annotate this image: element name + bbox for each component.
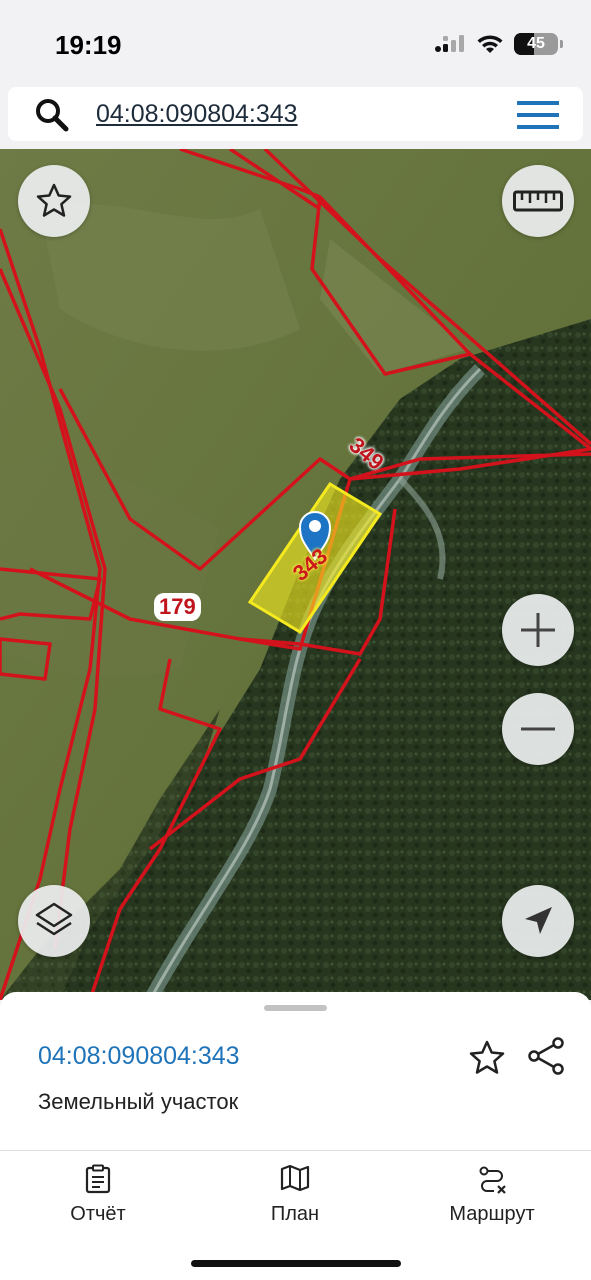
zoom-out-icon (521, 727, 555, 731)
parcel-info-sheet[interactable]: 04:08:090804:343 Земельный участок (0, 992, 591, 1150)
map-icon (280, 1164, 310, 1192)
home-indicator[interactable] (191, 1260, 401, 1267)
clipboard-icon (85, 1164, 111, 1194)
route-icon (479, 1166, 506, 1194)
search-icon[interactable] (34, 97, 70, 133)
share-icon[interactable] (526, 1036, 566, 1076)
locate-me-button[interactable] (502, 885, 574, 957)
wifi-icon (477, 34, 503, 53)
nav-report-label: Отчёт (70, 1203, 126, 1225)
sheet-drag-handle[interactable] (264, 1005, 327, 1011)
battery-tip (560, 40, 563, 48)
search-input[interactable]: 04:08:090804:343 (96, 100, 298, 129)
app-screen: 19:19 45 04:08:090804:343 349 179 343 04… (0, 0, 591, 1280)
hamburger-menu-icon[interactable] (517, 100, 559, 130)
nav-report[interactable]: Отчёт (18, 1151, 178, 1241)
parcel-cadastral-number[interactable]: 04:08:090804:343 (38, 1042, 240, 1071)
zoom-in-button[interactable] (502, 594, 574, 666)
cellular-signal-icon (435, 35, 464, 52)
battery-level: 45 (527, 35, 545, 52)
status-icons: 45 (434, 33, 563, 55)
status-time: 19:19 (55, 30, 122, 60)
battery-icon: 45 (514, 33, 558, 55)
nav-route[interactable]: Маршрут (412, 1151, 572, 1241)
zoom-out-button[interactable] (502, 693, 574, 765)
nav-plan-label: План (270, 1203, 320, 1225)
favorite-map-button[interactable] (18, 165, 90, 237)
locate-icon (525, 907, 552, 934)
nav-route-label: Маршрут (449, 1203, 535, 1225)
layers-icon (35, 902, 73, 936)
search-bar[interactable]: 04:08:090804:343 (8, 87, 583, 141)
map-view[interactable]: 349 179 343 (0, 149, 591, 1000)
ruler-icon (513, 190, 563, 212)
zoom-in-icon (521, 613, 555, 647)
layers-button[interactable] (18, 885, 90, 957)
star-icon (36, 183, 72, 217)
status-bar: 19:19 45 (0, 0, 591, 90)
parcel-label-179[interactable]: 179 (154, 593, 201, 621)
measure-button[interactable] (502, 165, 574, 237)
favorite-star-icon[interactable] (467, 1038, 507, 1078)
parcel-type: Земельный участок (38, 1089, 239, 1114)
nav-plan[interactable]: План (215, 1151, 375, 1241)
